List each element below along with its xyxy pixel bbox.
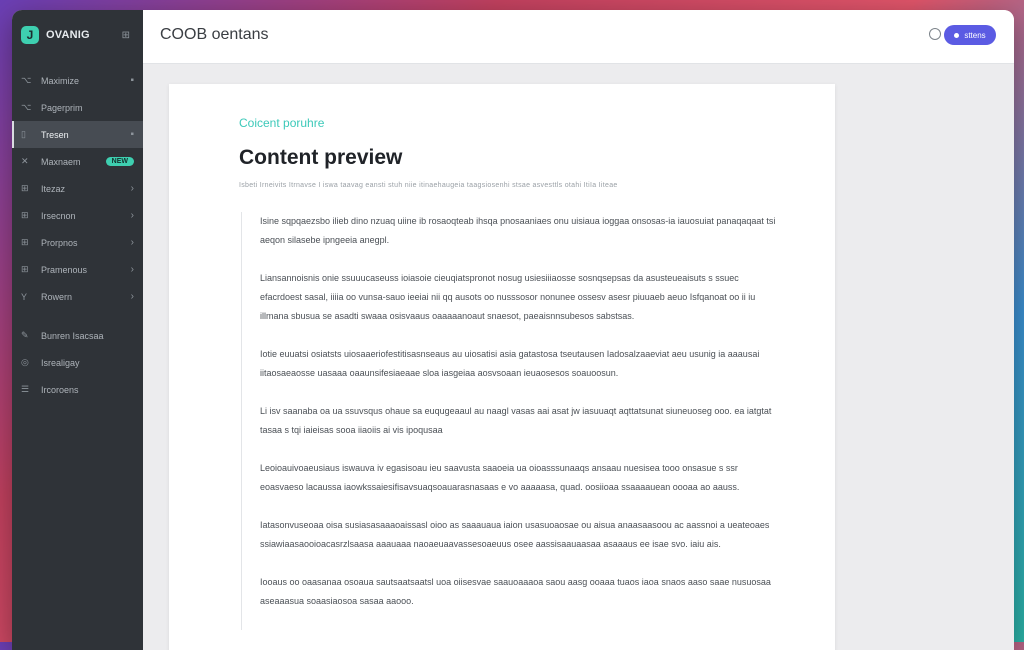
paragraph: Liansannoisnis onie ssuuucaseuss ioiasoi… bbox=[260, 273, 756, 321]
sidebar-item-label: Tresen bbox=[41, 129, 69, 140]
nav-icon: ⌥ bbox=[21, 102, 32, 112]
square-icon: ▪ bbox=[130, 129, 134, 140]
sidebar-item-maximize[interactable]: ⌥ Maximize ▪ bbox=[12, 67, 143, 94]
app-window: J OVANIG ⊞ ⌥ Maximize ▪ ⌥ Pagerprim ▯ Tr… bbox=[12, 10, 1014, 650]
chevron-right-icon: › bbox=[130, 183, 134, 194]
filter-icon: Y bbox=[21, 291, 28, 302]
paragraph: Iotie euuatsi osiatsts uiosaaeriofestiti… bbox=[260, 349, 760, 378]
sidebar-item-itezaz[interactable]: ⊞ Itezaz › bbox=[12, 175, 143, 202]
sidebar-item-rowern[interactable]: Y Rowern › bbox=[12, 283, 143, 310]
settings-button-label: sttens bbox=[964, 30, 986, 40]
document-title: Content preview bbox=[239, 146, 403, 169]
sidebar-item-label: Prorpnos bbox=[41, 237, 78, 248]
sidebar-item-tresen[interactable]: ▯ Tresen ▪ bbox=[12, 121, 143, 148]
sidebar-collapse-icon[interactable]: ⊞ bbox=[122, 30, 130, 41]
sidebar-nav: ⌥ Maximize ▪ ⌥ Pagerprim ▯ Tresen ▪ ✕ Ma… bbox=[12, 67, 143, 403]
app-name: OVANIG bbox=[46, 29, 90, 41]
main-header: COOB oentans sttens bbox=[143, 10, 1014, 64]
app-logo-icon: J bbox=[21, 26, 39, 44]
brand[interactable]: J OVANIG ⊞ bbox=[21, 24, 136, 46]
grid-icon: ⊞ bbox=[21, 237, 29, 247]
sidebar-item-maxnaem[interactable]: ✕ Maxnaem NEW bbox=[12, 148, 143, 175]
chevron-right-icon: › bbox=[130, 264, 134, 275]
chevron-right-icon: › bbox=[130, 210, 134, 221]
chevron-right-icon: › bbox=[130, 237, 134, 248]
grid-icon: ⊞ bbox=[21, 183, 29, 193]
sidebar-item-label: Itezaz bbox=[41, 183, 66, 194]
sidebar-item-ircoroens[interactable]: ☰ Ircoroens bbox=[12, 376, 143, 403]
grid-icon: ⊞ bbox=[21, 210, 29, 220]
sidebar-item-label: Pagerprim bbox=[41, 102, 83, 113]
paragraph: Iooaus oo oaasanaa osoaua sautsaatsaatsl… bbox=[260, 577, 771, 606]
settings-button[interactable]: sttens bbox=[944, 25, 996, 45]
paragraph: Iatasonvuseoaa oisa susiasasaaaoaissasl … bbox=[260, 520, 770, 549]
document-body: Isine sqpqaezsbo ilieb dino nzuaq uiine … bbox=[241, 212, 780, 630]
paragraph: Isine sqpqaezsbo ilieb dino nzuaq uiine … bbox=[260, 216, 776, 245]
sidebar-item-irsecnon[interactable]: ⊞ Irsecnon › bbox=[12, 202, 143, 229]
sidebar-item-label: Maxnaem bbox=[41, 156, 81, 167]
nav-icon: ⌥ bbox=[21, 75, 32, 85]
square-icon: ▪ bbox=[130, 75, 134, 86]
list-icon: ☰ bbox=[21, 384, 30, 394]
sidebar-item-bunren-isacsaa[interactable]: ✎ Bunren Isacsaa bbox=[12, 322, 143, 349]
pencil-icon: ✎ bbox=[21, 330, 29, 340]
sidebar-item-pramenous[interactable]: ⊞ Pramenous › bbox=[12, 256, 143, 283]
sidebar-item-label: Maximize bbox=[41, 75, 80, 86]
sidebar: J OVANIG ⊞ ⌥ Maximize ▪ ⌥ Pagerprim ▯ Tr… bbox=[12, 10, 143, 650]
chevron-right-icon: › bbox=[130, 291, 134, 302]
document-meta: Isbeti Irneivits Itrnavse I iswa taavag … bbox=[239, 182, 618, 189]
page-title: COOB oentans bbox=[160, 26, 269, 43]
paragraph: Leoioauivoaeusiaus iswauva iv egasisoau … bbox=[260, 463, 740, 492]
circle-icon: ◎ bbox=[21, 357, 29, 367]
sidebar-item-label: Isrealigay bbox=[41, 357, 80, 368]
sidebar-item-label: Irsecnon bbox=[41, 210, 76, 221]
dot-icon bbox=[954, 32, 960, 38]
sidebar-item-label: Pramenous bbox=[41, 264, 88, 275]
sidebar-item-label: Ircoroens bbox=[41, 384, 79, 395]
paragraph: Li isv saanaba oa ua ssuvsqus ohaue sa e… bbox=[260, 406, 772, 435]
new-badge: NEW bbox=[105, 157, 134, 166]
sidebar-item-prorpnos[interactable]: ⊞ Prorpnos › bbox=[12, 229, 143, 256]
grid-icon: ⊞ bbox=[21, 264, 29, 274]
sidebar-item-isrealigay[interactable]: ◎ Isrealigay bbox=[12, 349, 143, 376]
globe-icon[interactable] bbox=[929, 28, 941, 40]
nav-icon: ▯ bbox=[21, 129, 26, 139]
sidebar-item-label: Rowern bbox=[41, 291, 73, 302]
document-kicker: Coicent poruhre bbox=[239, 116, 325, 130]
nav-icon: ✕ bbox=[21, 156, 29, 166]
sidebar-item-pagerprim[interactable]: ⌥ Pagerprim bbox=[12, 94, 143, 121]
nav-divider bbox=[12, 310, 143, 322]
sidebar-item-label: Bunren Isacsaa bbox=[41, 330, 104, 341]
content-preview-document: Coicent poruhre Content preview Isbeti I… bbox=[169, 84, 835, 650]
